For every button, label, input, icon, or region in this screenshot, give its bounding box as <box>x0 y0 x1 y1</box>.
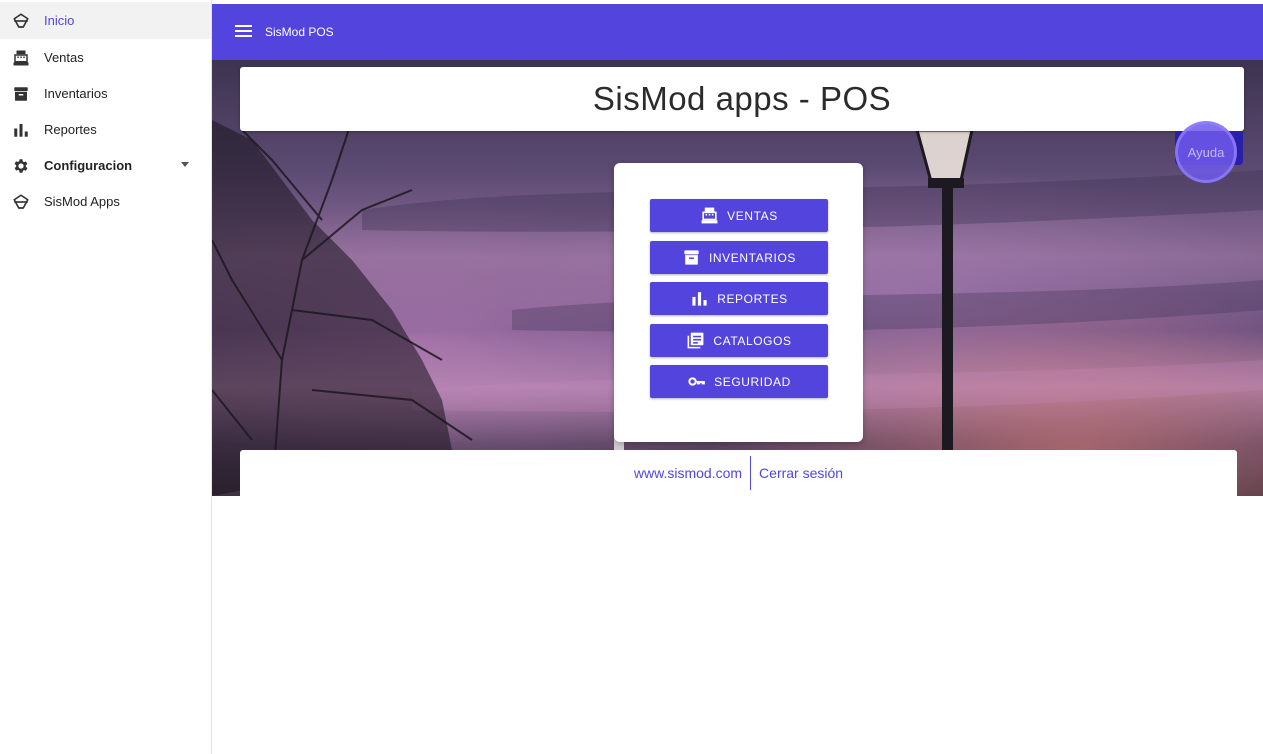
app-title: SisMod POS <box>265 25 334 39</box>
sidebar: Inicio Ventas Inventarios Reportes Confi… <box>0 0 212 754</box>
cash-register-icon <box>700 206 719 225</box>
bar-chart-icon <box>12 121 30 139</box>
chevron-down-icon <box>181 162 189 167</box>
sidebar-item-label: Configuracion <box>44 158 133 173</box>
website-link[interactable]: www.sismod.com <box>626 465 750 481</box>
help-button[interactable]: Ayuda <box>1175 121 1237 183</box>
hamburger-menu-icon[interactable] <box>235 24 255 40</box>
sismod-logo-icon <box>12 193 30 211</box>
page-title: SisMod apps - POS <box>592 80 892 117</box>
ventas-button-label: VENTAS <box>727 208 778 223</box>
seguridad-button-label: SEGURIDAD <box>714 374 791 389</box>
sidebar-item-ventas[interactable]: Ventas <box>0 39 211 76</box>
seguridad-button[interactable]: SEGURIDAD <box>650 365 828 398</box>
footer-bar: www.sismod.com Cerrar sesión <box>240 450 1237 496</box>
catalogos-button-label: CATALOGOS <box>713 333 792 348</box>
inventarios-button[interactable]: INVENTARIOS <box>650 241 828 274</box>
reportes-button-label: REPORTES <box>717 291 788 306</box>
main-menu-card: VENTAS INVENTARIOS REPORTES CATALOGOS SE… <box>614 163 863 442</box>
sidebar-item-inicio[interactable]: Inicio <box>0 2 211 39</box>
top-app-bar: SisMod POS <box>212 4 1263 60</box>
inventarios-button-label: INVENTARIOS <box>708 250 797 265</box>
ventas-button[interactable]: VENTAS <box>650 199 828 232</box>
archive-box-icon <box>682 248 701 267</box>
reportes-button[interactable]: REPORTES <box>650 282 828 315</box>
gear-icon <box>12 157 30 175</box>
bar-chart-icon <box>690 289 709 308</box>
logout-link[interactable]: Cerrar sesión <box>751 465 851 481</box>
hero-background: SisMod apps - POS Ayuda VENTAS INVENTARI… <box>212 60 1263 496</box>
key-icon <box>687 372 706 391</box>
title-card: SisMod apps - POS <box>240 67 1244 131</box>
cash-register-icon <box>12 49 30 67</box>
catalogos-button[interactable]: CATALOGOS <box>650 324 828 357</box>
archive-box-icon <box>12 85 30 103</box>
sidebar-item-label: SisMod Apps <box>44 194 120 209</box>
help-button-label: Ayuda <box>1187 144 1225 160</box>
sidebar-item-reportes[interactable]: Reportes <box>0 111 211 148</box>
library-books-icon <box>686 331 705 350</box>
sidebar-item-label: Ventas <box>44 50 84 65</box>
sidebar-item-label: Inventarios <box>44 86 108 101</box>
sidebar-item-label: Reportes <box>44 122 97 137</box>
sismod-logo-icon <box>12 12 30 30</box>
sidebar-item-configuracion[interactable]: Configuracion <box>0 147 211 184</box>
sidebar-item-label: Inicio <box>44 13 75 28</box>
sidebar-item-inventarios[interactable]: Inventarios <box>0 75 211 112</box>
sidebar-item-sismod-apps[interactable]: SisMod Apps <box>0 183 211 220</box>
